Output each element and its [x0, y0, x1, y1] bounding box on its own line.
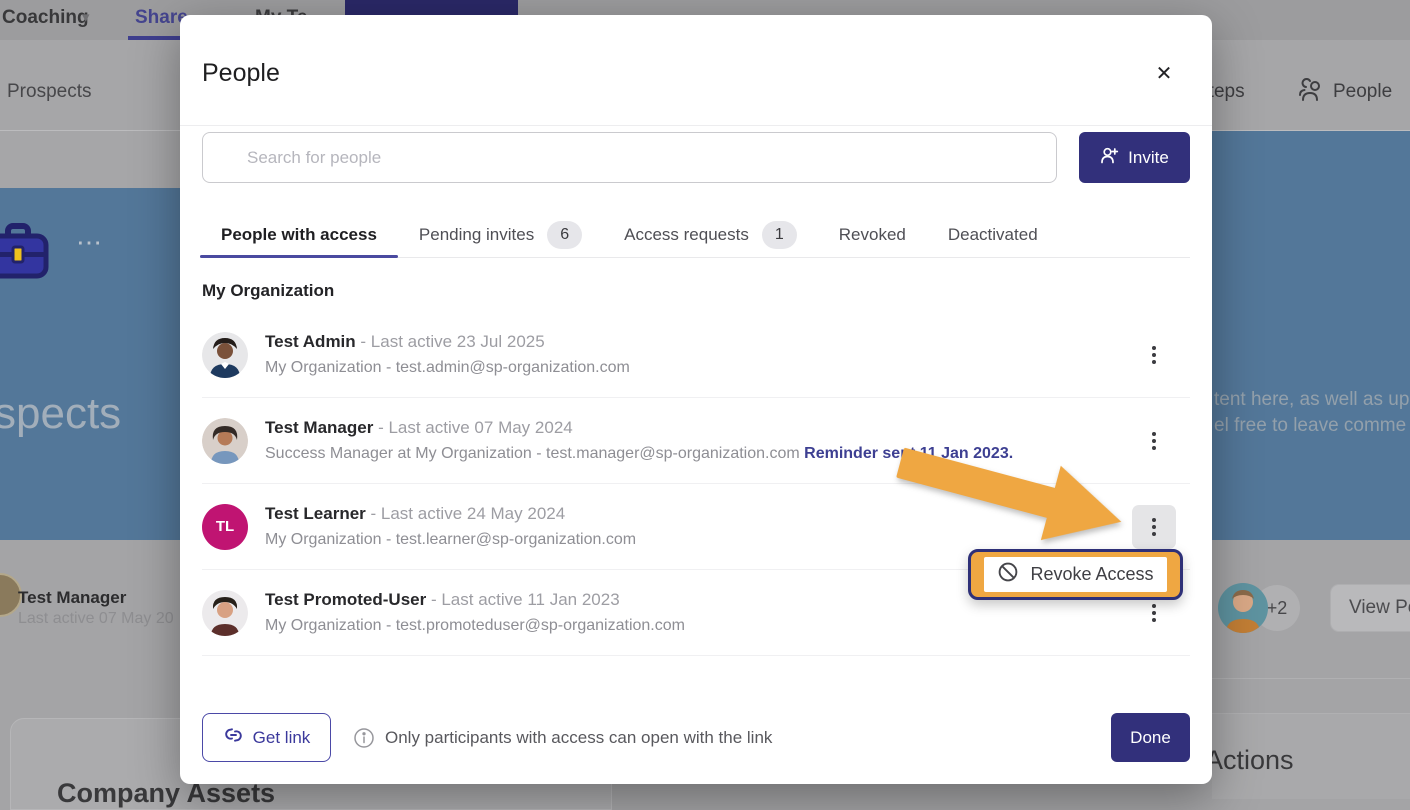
chevron-down-icon: ▾ — [82, 8, 90, 26]
tab-label: Access requests — [624, 225, 749, 245]
tab-label: People with access — [221, 225, 377, 245]
kebab-menu-icon[interactable] — [1142, 597, 1166, 629]
modal-title: People — [202, 59, 280, 88]
person-name: Test Admin — [265, 332, 356, 351]
people-modal: People ✕ Invite People with access Pendi… — [180, 15, 1212, 784]
kebab-menu-icon-active[interactable] — [1132, 505, 1176, 549]
kebab-dots — [1152, 353, 1156, 357]
avatar — [1218, 583, 1268, 633]
person-text: Test Admin - Last active 23 Jul 2025 My … — [265, 332, 630, 377]
kebab-dots — [1152, 611, 1156, 615]
person-last-active: - Last active 24 May 2024 — [371, 504, 566, 523]
revoke-access-menu-item[interactable]: Revoke Access — [984, 557, 1166, 592]
person-name: Test Manager — [265, 418, 373, 437]
avatar — [202, 590, 248, 636]
revoke-access-label: Revoke Access — [1030, 564, 1153, 585]
tab-label: Pending invites — [419, 225, 534, 245]
banner-gray-patch — [0, 131, 180, 188]
divider — [1212, 678, 1410, 679]
person-text: Test Promoted-User - Last active 11 Jan … — [265, 590, 685, 635]
kebab-dots — [1152, 439, 1156, 443]
search-input[interactable] — [202, 132, 1057, 183]
divider — [180, 125, 1212, 126]
tab-pending-invites[interactable]: Pending invites 6 — [398, 212, 603, 257]
tab-count-badge: 6 — [547, 221, 582, 249]
info-icon — [353, 727, 375, 754]
tab-count-badge: 1 — [762, 221, 797, 249]
tab-label: Revoked — [839, 225, 906, 245]
banner-text-line2: el free to leave comme — [1214, 415, 1406, 437]
person-detail: My Organization - test.admin@sp-organiza… — [265, 359, 630, 377]
briefcase-icon — [0, 218, 50, 287]
nav-brand-coaching[interactable]: Coaching — [2, 7, 89, 29]
get-link-label: Get link — [253, 728, 311, 748]
person-name: Test Promoted-User — [265, 590, 426, 609]
banner-ellipsis-icon[interactable]: ⋯ — [76, 227, 108, 258]
view-people-button[interactable]: View Pe — [1330, 584, 1410, 632]
person-last-active: - Last active 11 Jan 2023 — [431, 590, 620, 609]
invite-button-label: Invite — [1128, 148, 1169, 168]
people-icon — [1297, 78, 1327, 111]
person-add-icon — [1100, 146, 1119, 170]
tab-people-with-access[interactable]: People with access — [200, 212, 398, 257]
circle-slash-icon — [997, 561, 1019, 588]
tab-deactivated[interactable]: Deactivated — [927, 212, 1059, 257]
person-last-active: - Last active 07 May 2024 — [378, 418, 573, 437]
kebab-menu-icon[interactable] — [1142, 425, 1166, 457]
context-menu: Revoke Access — [968, 549, 1183, 600]
tab-label: Deactivated — [948, 225, 1038, 245]
person-detail: My Organization - test.promoteduser@sp-o… — [265, 617, 685, 635]
bottom-left-last-active: Last active 07 May 20 — [18, 610, 174, 628]
avatar-initials: TL — [202, 504, 248, 550]
avatar — [202, 418, 248, 464]
done-button[interactable]: Done — [1111, 713, 1190, 762]
bottom-left-name: Test Manager — [18, 588, 126, 608]
banner-big-title: spects — [0, 389, 121, 439]
person-text: Test Learner - Last active 24 May 2024 M… — [265, 504, 636, 549]
actions-heading: Actions — [1205, 745, 1294, 776]
kebab-dots — [1152, 525, 1156, 529]
kebab-menu-icon[interactable] — [1142, 339, 1166, 371]
tab-revoked[interactable]: Revoked — [818, 212, 927, 257]
person-name: Test Learner — [265, 504, 366, 523]
tab-bar: People with access Pending invites 6 Acc… — [200, 212, 1190, 258]
person-row-test-admin: Test Admin - Last active 23 Jul 2025 My … — [202, 312, 1190, 398]
footer-info-text: Only participants with access can open w… — [385, 728, 772, 748]
breadcrumb: Prospects — [7, 81, 91, 103]
banner-text-line1: tent here, as well as up — [1214, 389, 1409, 411]
person-detail: Success Manager at My Organization - tes… — [265, 445, 804, 462]
tab-access-requests[interactable]: Access requests 1 — [603, 212, 818, 257]
get-link-button[interactable]: Get link — [202, 713, 331, 762]
avatar — [202, 332, 248, 378]
tab-people[interactable]: People — [1333, 81, 1392, 103]
invite-button[interactable]: Invite — [1079, 132, 1190, 183]
close-icon[interactable]: ✕ — [1148, 57, 1180, 89]
link-icon — [223, 725, 244, 750]
person-last-active: - Last active 23 Jul 2025 — [360, 332, 544, 351]
person-detail: My Organization - test.learner@sp-organi… — [265, 531, 636, 549]
section-title: My Organization — [202, 281, 334, 301]
